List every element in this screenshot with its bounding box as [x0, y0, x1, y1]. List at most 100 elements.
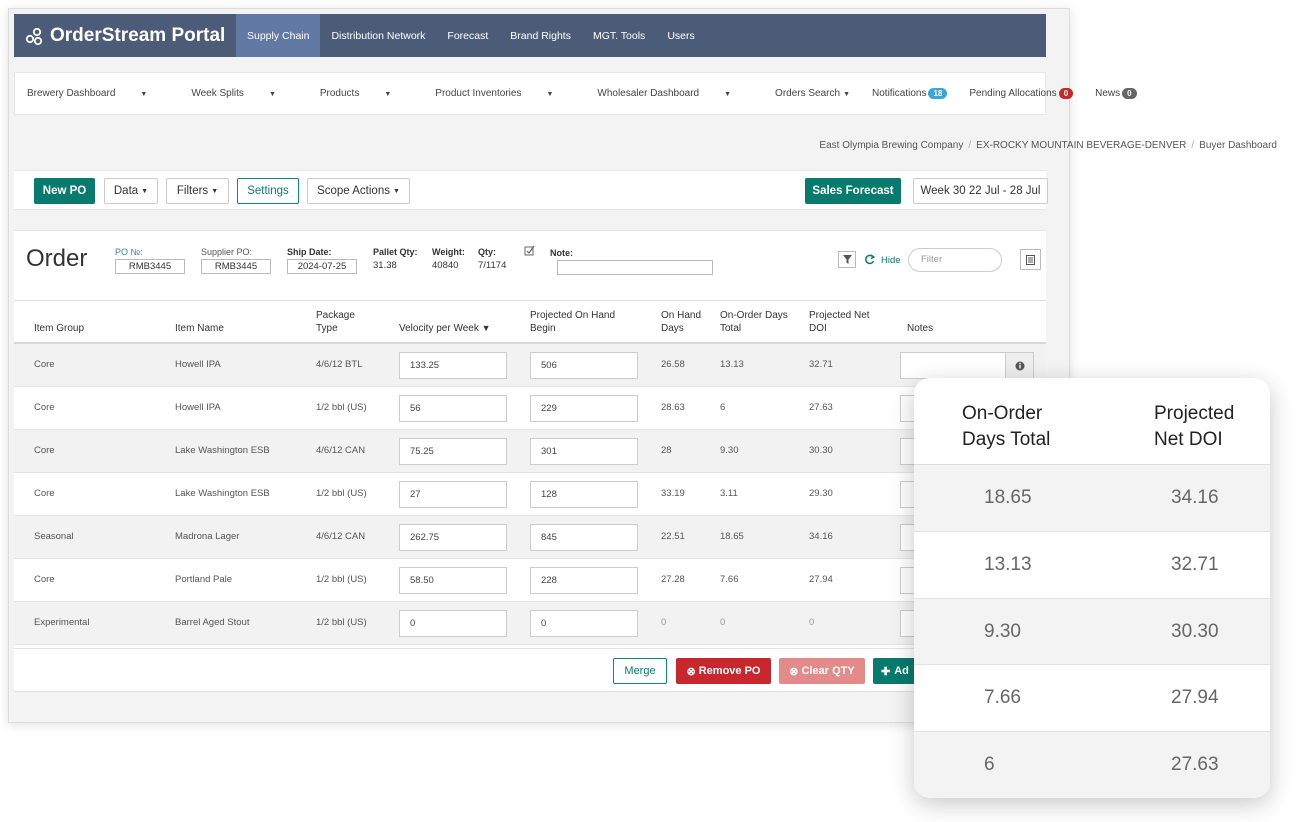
- caret-down-icon: ▼: [843, 91, 851, 98]
- callout-col-net-doi: Projected Net DOI: [1154, 401, 1234, 453]
- sales-forecast-button[interactable]: Sales Forecast: [805, 178, 901, 204]
- notes-input[interactable]: [900, 352, 1034, 379]
- nav-forecast[interactable]: Forecast: [436, 14, 499, 57]
- projected-input[interactable]: 506: [530, 352, 638, 379]
- button-label: Remove PO: [698, 665, 761, 677]
- cell-item-group: Experimental: [34, 617, 90, 628]
- supplier-po-field[interactable]: RMB3445: [201, 259, 271, 274]
- nav-distribution-network[interactable]: Distribution Network: [320, 14, 436, 57]
- order-title: Order: [26, 245, 88, 272]
- velocity-input[interactable]: 133.25: [399, 352, 507, 379]
- supplier-po-label: Supplier PO:: [201, 247, 253, 257]
- menu-label: Brewery Dashboard: [27, 88, 116, 99]
- velocity-input[interactable]: 0: [399, 610, 507, 637]
- col-notes[interactable]: Notes: [907, 322, 933, 335]
- cell-item-name: Barrel Aged Stout: [175, 617, 250, 628]
- projected-input[interactable]: 845: [530, 524, 638, 551]
- col-velocity[interactable]: Velocity per Week ▼: [399, 322, 491, 335]
- callout-row: 6 27.63: [914, 732, 1270, 798]
- menu-week-splits[interactable]: Week Splits ▼: [191, 88, 298, 99]
- col-on-hand-days[interactable]: On Hand Days: [661, 309, 701, 335]
- cell-on-order: 3.11: [720, 488, 738, 499]
- projected-input[interactable]: 128: [530, 481, 638, 508]
- callout-cell-left: 9.30: [984, 620, 1021, 642]
- cell-item-group: Seasonal: [34, 531, 74, 542]
- col-item-name[interactable]: Item Name: [175, 322, 224, 335]
- ship-date-field[interactable]: 2024-07-25: [287, 259, 357, 274]
- menu-wholesaler-dashboard[interactable]: Wholesaler Dashboard ▼: [597, 88, 753, 99]
- menu-products[interactable]: Products ▼: [320, 88, 413, 99]
- nav-brand-rights[interactable]: Brand Rights: [499, 14, 582, 57]
- velocity-input[interactable]: 75.25: [399, 438, 507, 465]
- settings-button[interactable]: Settings: [237, 178, 299, 204]
- velocity-input[interactable]: 58.50: [399, 567, 507, 594]
- callout-cell-right: 32.71: [1171, 553, 1219, 575]
- menu-pending-allocations[interactable]: Pending Allocations 0: [969, 88, 1074, 99]
- clear-qty-button[interactable]: ⊗ Clear QTY: [779, 658, 865, 684]
- columns-icon[interactable]: [1020, 249, 1041, 270]
- velocity-input[interactable]: 56: [399, 395, 507, 422]
- cell-on-order: 0: [720, 617, 726, 628]
- col-item-group[interactable]: Item Group: [34, 322, 84, 335]
- callout-cell-left: 13.13: [984, 553, 1032, 575]
- caret-down-icon: ▼: [392, 187, 400, 195]
- plus-icon: ✚: [881, 665, 891, 678]
- hide-link[interactable]: Hide: [881, 255, 901, 266]
- cell-package: 1/2 bbl (US): [316, 574, 367, 585]
- refresh-icon[interactable]: [864, 254, 875, 265]
- cell-on-order: 9.30: [720, 445, 739, 456]
- breadcrumb-company[interactable]: East Olympia Brewing Company: [819, 140, 963, 151]
- app-logo[interactable]: OrderStream Portal: [14, 25, 236, 47]
- cell-item-group: Core: [34, 488, 55, 499]
- data-dropdown[interactable]: Data ▼: [104, 178, 158, 204]
- edit-check-icon[interactable]: [524, 245, 535, 256]
- table-row: Core Portland Pale 1/2 bbl (US) 58.50 22…: [14, 559, 1046, 602]
- breadcrumb-separator: /: [968, 140, 972, 151]
- new-po-button[interactable]: New PO: [34, 178, 95, 204]
- merge-button[interactable]: Merge: [613, 658, 667, 684]
- menu-news[interactable]: News 0: [1095, 88, 1137, 99]
- header-line: Projected On Hand: [530, 310, 616, 321]
- cell-item-name: Lake Washington ESB: [175, 488, 270, 499]
- nav-supply-chain[interactable]: Supply Chain: [236, 14, 321, 57]
- info-icon[interactable]: [1005, 353, 1033, 378]
- nav-users[interactable]: Users: [656, 14, 705, 57]
- qty-label: Qty:: [478, 247, 496, 257]
- menu-orders-search[interactable]: Orders Search ▼: [775, 88, 850, 99]
- projected-input[interactable]: 0: [530, 610, 638, 637]
- filters-dropdown[interactable]: Filters ▼: [166, 178, 229, 204]
- breadcrumb-wholesaler[interactable]: EX-ROCKY MOUNTAIN BEVERAGE-DENVER: [976, 140, 1186, 151]
- week-selector[interactable]: Week 30 22 Jul - 28 Jul: [913, 178, 1048, 204]
- button-label: Ad: [894, 665, 909, 677]
- projected-input[interactable]: 228: [530, 567, 638, 594]
- table-row: Core Howell IPA 4/6/12 BTL 133.25 506 26…: [14, 344, 1046, 387]
- filter-input[interactable]: Filter: [908, 248, 1002, 272]
- velocity-input[interactable]: 27: [399, 481, 507, 508]
- header-line: On-Order: [962, 403, 1043, 424]
- caret-down-icon: ▼: [724, 91, 732, 98]
- nav-mgt-tools[interactable]: MGT. Tools: [582, 14, 656, 57]
- menu-brewery-dashboard[interactable]: Brewery Dashboard ▼: [27, 88, 169, 99]
- scope-actions-dropdown[interactable]: Scope Actions ▼: [307, 178, 410, 204]
- col-on-order-days[interactable]: On-Order Days Total: [720, 309, 788, 335]
- menu-product-inventories[interactable]: Product Inventories ▼: [435, 88, 575, 99]
- weight-label: Weight:: [432, 247, 465, 257]
- app-title: OrderStream Portal: [50, 24, 226, 46]
- funnel-icon[interactable]: [838, 251, 856, 268]
- po-number-field[interactable]: RMB3445: [115, 259, 185, 274]
- projected-input[interactable]: 229: [530, 395, 638, 422]
- cell-net-doi: 0: [809, 617, 815, 628]
- remove-po-button[interactable]: ⊗ Remove PO: [676, 658, 771, 684]
- col-projected-net-doi[interactable]: Projected Net DOI: [809, 309, 870, 335]
- caret-down-icon: ▼: [268, 91, 276, 98]
- order-toolbar: New PO Data ▼ Filters ▼ Settings Scope Act…: [14, 170, 1048, 210]
- projected-input[interactable]: 301: [530, 438, 638, 465]
- col-package-type[interactable]: Package Type: [316, 309, 355, 335]
- menu-notifications[interactable]: Notifications 18: [872, 88, 948, 99]
- table-row: Core Lake Washington ESB 4/6/12 CAN 75.2…: [14, 430, 1046, 473]
- col-projected-on-hand[interactable]: Projected On Hand Begin: [530, 309, 615, 335]
- pallet-qty-label: Pallet Qty:: [373, 247, 418, 257]
- note-field[interactable]: [557, 260, 713, 275]
- velocity-input[interactable]: 262.75: [399, 524, 507, 551]
- button-label: Data: [113, 185, 139, 197]
